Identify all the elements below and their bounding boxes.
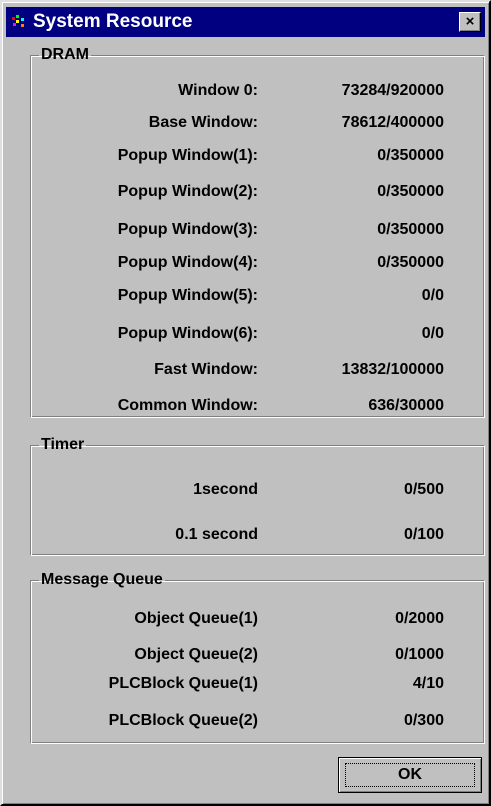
dram-value: 636/30000 xyxy=(368,397,444,414)
dram-row-window-0: Window 0: 73284/920000 xyxy=(31,76,484,106)
dram-group: DRAM Window 0: 73284/920000 Base Window:… xyxy=(30,46,485,418)
dram-row-base-window: Base Window: 78612/400000 xyxy=(31,108,484,138)
dram-row-popup-3: Popup Window(3): 0/350000 xyxy=(31,215,484,245)
dram-value: 73284/920000 xyxy=(341,82,444,99)
close-icon: × xyxy=(465,13,475,30)
dram-label: Popup Window(4): xyxy=(117,254,258,271)
queue-label: PLCBlock Queue(2) xyxy=(108,712,258,729)
timer-label: 0.1 second xyxy=(175,526,258,543)
dram-label: Common Window: xyxy=(117,397,258,414)
timer-value: 0/100 xyxy=(403,526,444,543)
ok-button[interactable]: OK xyxy=(338,757,482,793)
timer-row-0-1-second: 0.1 second 0/100 xyxy=(31,520,484,550)
queue-label: Object Queue(1) xyxy=(134,610,258,627)
dram-legend: DRAM xyxy=(41,46,89,63)
timer-row-1second: 1second 0/500 xyxy=(31,475,484,505)
dram-row-popup-2: Popup Window(2): 0/350000 xyxy=(31,177,484,207)
message-queue-group: Message Queue Object Queue(1) 0/2000 Obj… xyxy=(30,571,485,744)
timer-label: 1second xyxy=(193,481,258,498)
close-button[interactable]: × xyxy=(459,12,481,32)
timer-value: 0/500 xyxy=(403,481,444,498)
queue-value: 0/2000 xyxy=(395,610,444,627)
queue-value: 0/300 xyxy=(403,712,444,729)
system-resource-dialog: System Resource × DRAM Window 0: 73284/9… xyxy=(0,0,491,806)
dram-value: 78612/400000 xyxy=(341,114,444,131)
dram-label: Popup Window(2): xyxy=(117,183,258,200)
dram-value: 0/0 xyxy=(421,325,444,342)
queue-row-object-1: Object Queue(1) 0/2000 xyxy=(31,604,484,634)
queue-row-plcblock-2: PLCBlock Queue(2) 0/300 xyxy=(31,706,484,736)
dram-value: 0/0 xyxy=(421,287,444,304)
window-title: System Resource xyxy=(33,11,193,32)
dram-label: Popup Window(5): xyxy=(117,287,258,304)
dram-label: Fast Window: xyxy=(154,361,258,378)
queue-label: Object Queue(2) xyxy=(134,646,258,663)
timer-group: Timer 1second 0/500 0.1 second 0/100 xyxy=(30,436,485,556)
timer-legend: Timer xyxy=(41,436,85,453)
ok-button-label: OK xyxy=(398,766,422,783)
dram-value: 0/350000 xyxy=(377,183,444,200)
dram-row-fast-window: Fast Window: 13832/100000 xyxy=(31,355,484,385)
queue-row-object-2: Object Queue(2) 0/1000 xyxy=(31,640,484,670)
dram-label: Base Window: xyxy=(148,114,258,131)
queue-value: 4/10 xyxy=(412,675,444,692)
message-queue-legend: Message Queue xyxy=(41,571,163,588)
dram-value: 13832/100000 xyxy=(341,361,444,378)
queue-row-plcblock-1: PLCBlock Queue(1) 4/10 xyxy=(31,669,484,699)
dram-label: Popup Window(1): xyxy=(117,147,258,164)
dram-row-common-window: Common Window: 636/30000 xyxy=(31,391,484,421)
dram-value: 0/350000 xyxy=(377,254,444,271)
dram-value: 0/350000 xyxy=(377,221,444,238)
dram-label: Window 0: xyxy=(178,82,258,99)
dram-row-popup-5: Popup Window(5): 0/0 xyxy=(31,281,484,311)
app-icon xyxy=(12,15,24,27)
dram-row-popup-1: Popup Window(1): 0/350000 xyxy=(31,141,484,171)
dram-value: 0/350000 xyxy=(377,147,444,164)
dram-row-popup-4: Popup Window(4): 0/350000 xyxy=(31,248,484,278)
title-bar[interactable]: System Resource × xyxy=(6,7,485,37)
dram-label: Popup Window(6): xyxy=(117,325,258,342)
queue-label: PLCBlock Queue(1) xyxy=(108,675,258,692)
dram-row-popup-6: Popup Window(6): 0/0 xyxy=(31,319,484,349)
dram-label: Popup Window(3): xyxy=(117,221,258,238)
queue-value: 0/1000 xyxy=(395,646,444,663)
